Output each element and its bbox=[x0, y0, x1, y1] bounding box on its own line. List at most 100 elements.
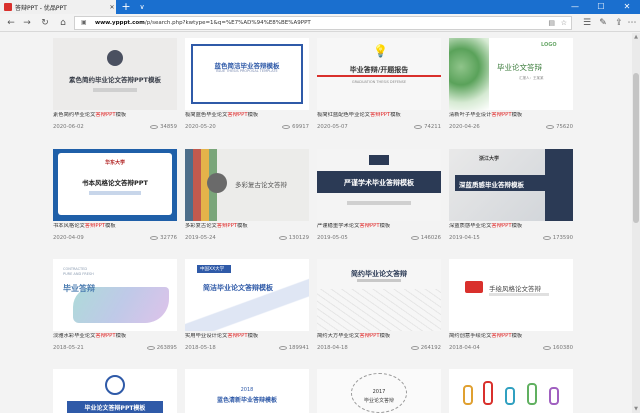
card-thumbnail[interactable] bbox=[449, 369, 573, 413]
card-thumbnail[interactable]: CONTRACTED PURE AND FRESH 毕业答辩 bbox=[53, 259, 177, 331]
scrollbar-thumb[interactable] bbox=[633, 73, 639, 223]
doodle-figure bbox=[549, 387, 559, 405]
maximize-button[interactable]: ☐ bbox=[588, 0, 614, 14]
card-thumbnail[interactable]: 毕业论文答辩PPT模板 bbox=[53, 369, 177, 413]
scroll-up-icon[interactable]: ▲ bbox=[632, 33, 640, 41]
emblem-icon bbox=[105, 375, 125, 395]
search-results: 素色简约毕业论文答辩PPT模板 素色简约毕业论文答辩PPT模板 2020-06-… bbox=[0, 33, 632, 413]
card-title[interactable]: 简约创意手绘论文答辩PPT模板 bbox=[449, 333, 573, 340]
notes-pen-icon[interactable]: ✎ bbox=[596, 16, 610, 30]
more-menu-icon[interactable]: ⋯ bbox=[626, 16, 638, 30]
card-thumbnail[interactable]: 简约毕业论文答辩 bbox=[317, 259, 441, 331]
card-thumbnail[interactable]: 严谨学术毕业答辩模板 bbox=[317, 149, 441, 221]
scroll-down-icon[interactable]: ▼ bbox=[632, 405, 640, 413]
card-title[interactable]: 实用毕业设计论文答辩PPT模板 bbox=[185, 333, 309, 340]
thumb-title: 简约毕业论文答辩 bbox=[351, 270, 407, 278]
close-window-button[interactable]: ✕ bbox=[614, 0, 640, 14]
card-meta: 2018-05-21 263895 bbox=[53, 345, 177, 352]
page-info-icon[interactable]: ▣ bbox=[81, 17, 87, 29]
title-highlight: 答辩PPT bbox=[227, 333, 248, 339]
thumb-title: 严谨学术毕业答辩模板 bbox=[344, 179, 414, 187]
browser-tab[interactable]: 答辩PPT - 优品PPT ✕ bbox=[0, 0, 116, 14]
reader-view-icon[interactable]: ▤ bbox=[548, 17, 555, 29]
title-highlight: 答辩PPT bbox=[216, 223, 238, 229]
card-title[interactable]: 清新叶子毕业设计答辩PPT模板 bbox=[449, 112, 573, 119]
refresh-icon[interactable]: ↻ bbox=[38, 16, 52, 30]
title-text: 淡雅水彩毕业论文 bbox=[53, 333, 96, 339]
thumb-rule bbox=[317, 75, 441, 77]
eye-icon bbox=[278, 345, 287, 350]
thumb-subtitle: BLUE THESIS PROPOSAL TEMPLATE bbox=[216, 69, 278, 73]
title-highlight: 答辩PPT bbox=[491, 223, 512, 229]
forward-arrow-icon[interactable]: → bbox=[20, 16, 34, 30]
title-text: 书本风格论文 bbox=[53, 223, 85, 229]
card-date: 2018-04-04 bbox=[449, 345, 480, 351]
favorites-hub-icon[interactable]: ☰ bbox=[580, 16, 594, 30]
card-title[interactable]: 多彩复古论文答辩PPT模板 bbox=[185, 223, 309, 230]
card-date: 2020-05-07 bbox=[317, 124, 348, 130]
doodle-figure bbox=[483, 381, 493, 405]
title-highlight: 答辩PPT bbox=[491, 333, 512, 339]
card-thumbnail[interactable]: 华东大学 书本风格论文答辩PPT bbox=[53, 149, 177, 221]
card-title[interactable]: 素色简约毕业论文答辩PPT模板 bbox=[53, 112, 177, 119]
new-tab-button[interactable]: + bbox=[120, 1, 132, 13]
title-text: 清新叶子毕业设计 bbox=[449, 112, 492, 118]
eye-icon bbox=[546, 124, 555, 129]
card-thumbnail[interactable]: 2017 毕业论文答辩 bbox=[317, 369, 441, 413]
tab-list-button[interactable]: ∨ bbox=[136, 1, 148, 13]
card-date: 2018-05-18 bbox=[185, 345, 216, 351]
thumb-subline bbox=[93, 88, 137, 92]
card-title[interactable]: 严谨稳重学术论文答辩PPT模板 bbox=[317, 223, 441, 230]
card-title[interactable]: 淡雅水彩毕业论文答辩PPT模板 bbox=[53, 333, 177, 340]
back-arrow-icon[interactable]: ← bbox=[4, 16, 18, 30]
title-highlight: 答辩PPT bbox=[227, 112, 248, 118]
title-text: 极简红蓝配色毕业论文 bbox=[317, 112, 370, 118]
card-meta: 2020-04-09 32776 bbox=[53, 235, 177, 242]
favorite-star-icon[interactable]: ☆ bbox=[561, 17, 567, 29]
thumb-sideband bbox=[545, 149, 573, 221]
view-count: 263895 bbox=[156, 345, 177, 351]
thumb-subtitle: GRADUATION THESIS DEFENSE bbox=[351, 80, 407, 84]
card-thumbnail[interactable]: 💡 毕业答辩/开题报告 GRADUATION THESIS DEFENSE bbox=[317, 38, 441, 110]
card-thumbnail[interactable]: 蓝色简洁毕业答辩模板 BLUE THESIS PROPOSAL TEMPLATE bbox=[185, 38, 309, 110]
thumb-frame bbox=[191, 44, 303, 104]
thumb-title: 多彩复古论文答辩 bbox=[235, 181, 287, 189]
vertical-scrollbar[interactable]: ▲ ▼ bbox=[632, 33, 640, 413]
card-title[interactable]: 极简蓝色毕业论文答辩PPT模板 bbox=[185, 112, 309, 119]
thumb-year: 2018 bbox=[240, 387, 254, 393]
minimize-button[interactable]: — bbox=[562, 0, 588, 14]
title-text: 简约大方毕业论文 bbox=[317, 333, 360, 339]
card-title[interactable]: 书本风格论文答辩PPT模板 bbox=[53, 223, 177, 230]
title-suffix: 模板 bbox=[105, 223, 116, 229]
eye-icon bbox=[282, 124, 291, 129]
title-highlight: 答辩PPT bbox=[95, 333, 116, 339]
title-suffix: 模板 bbox=[390, 112, 401, 118]
card-thumbnail[interactable]: 手绘风格论文答辩 bbox=[449, 259, 573, 331]
network-pattern bbox=[317, 289, 441, 331]
card-thumbnail[interactable]: 多彩复古论文答辩 bbox=[185, 149, 309, 221]
card-thumbnail[interactable]: 浙江大学 深蓝质感毕业答辩模板 bbox=[449, 149, 573, 221]
card-title[interactable]: 极简红蓝配色毕业论文答辩PPT模板 bbox=[317, 112, 441, 119]
title-suffix: 模板 bbox=[237, 223, 248, 229]
thumb-subline bbox=[357, 279, 401, 282]
thumb-title: 毕业论文答辩PPT模板 bbox=[84, 405, 146, 412]
tab-close-icon[interactable]: ✕ bbox=[108, 4, 116, 11]
card-thumbnail[interactable]: 2018 蓝色清新毕业答辩模板 bbox=[185, 369, 309, 413]
home-icon[interactable]: ⌂ bbox=[56, 16, 70, 30]
thumb-logo: LOGO bbox=[541, 42, 557, 48]
view-count: 146026 bbox=[420, 235, 441, 241]
card-meta: 2020-06-02 34859 bbox=[53, 124, 177, 131]
card-title[interactable]: 简约大方毕业论文答辩PPT模板 bbox=[317, 333, 441, 340]
card-title[interactable]: 深蓝质感毕业论文答辩PPT模板 bbox=[449, 223, 573, 230]
doodle-figure bbox=[527, 383, 537, 405]
address-bar[interactable]: ▣ www.ypppt.com/p/search.php?kwtype=1&q=… bbox=[74, 16, 572, 30]
card-thumbnail[interactable]: 素色简约毕业论文答辩PPT模板 bbox=[53, 38, 177, 110]
share-icon[interactable]: ⇪ bbox=[612, 16, 626, 30]
card-date: 2018-05-21 bbox=[53, 345, 84, 351]
card-thumbnail[interactable]: LOGO 毕业论文答辩 汇报人：王某某 bbox=[449, 38, 573, 110]
card-meta: 2018-04-04 160380 bbox=[449, 345, 573, 352]
title-suffix: 模板 bbox=[511, 223, 523, 229]
thumb-subline bbox=[347, 201, 411, 205]
card-thumbnail[interactable]: 中国XX大学 简洁毕业论文答辩模板 bbox=[185, 259, 309, 331]
view-count: 34859 bbox=[160, 124, 177, 130]
